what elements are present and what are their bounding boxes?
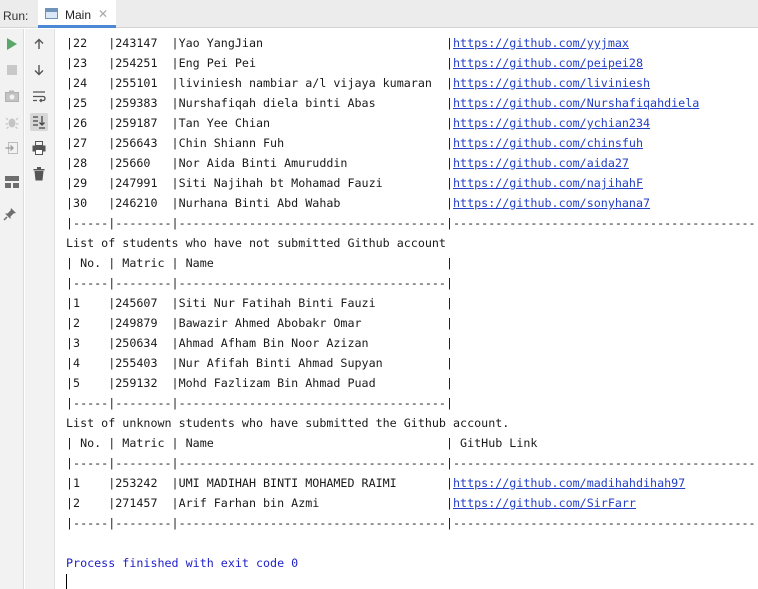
console-text: |24 |255101 |liviniesh nambiar a/l vijay… <box>66 76 454 90</box>
console-text: |1 |245607 |Siti Nur Fatihah Binti Fauzi… <box>66 296 454 310</box>
console-text: | <box>685 476 756 490</box>
layout-icon[interactable] <box>3 173 21 191</box>
print-icon[interactable] <box>30 139 48 157</box>
console-text: |3 |250634 |Ahmad Afham Bin Noor Azizan … <box>66 336 454 350</box>
soft-wrap-icon[interactable] <box>30 87 48 105</box>
console-text: |-----|--------|------------------------… <box>66 276 454 290</box>
console-line: |5 |259132 |Mohd Fazlizam Bin Ahmad Puad… <box>66 373 756 393</box>
run-toolbar: Run: Main ✕ <box>0 0 758 28</box>
tab-title: Main <box>65 8 92 22</box>
console-line: |-----|--------|------------------------… <box>66 273 756 293</box>
exit-icon[interactable] <box>3 139 21 157</box>
console-line: |-----|--------|------------------------… <box>66 513 756 533</box>
debug-icon[interactable] <box>3 113 21 131</box>
console-line: |28 |25660 |Nor Aida Binti Amuruddin |ht… <box>66 153 756 173</box>
console-text: | No. | Matric | Name | <box>66 256 454 270</box>
console-line: |25 |259383 |Nurshafiqah diela binti Aba… <box>66 93 756 113</box>
console-text: |23 |254251 |Eng Pei Pei | <box>66 56 454 70</box>
console-text: |-----|--------|------------------------… <box>66 516 756 530</box>
console-text: |2 |271457 |Arif Farhan bin Azmi | <box>66 496 454 510</box>
console-text: | <box>636 496 756 510</box>
console-text: | <box>699 96 756 110</box>
github-link[interactable]: https://github.com/aida27 <box>453 156 629 170</box>
console-line: |29 |247991 |Siti Najihah bt Mohamad Fau… <box>66 173 756 193</box>
console-text: | <box>629 36 756 50</box>
console-line: |-----|--------|------------------------… <box>66 213 756 233</box>
trash-icon[interactable] <box>30 165 48 183</box>
github-link[interactable]: https://github.com/peipei28 <box>453 56 643 70</box>
console-text: |5 |259132 |Mohd Fazlizam Bin Ahmad Puad… <box>66 376 454 390</box>
scroll-down-icon[interactable] <box>30 61 48 79</box>
github-link[interactable]: https://github.com/yyjmax <box>453 36 629 50</box>
console-line: |22 |243147 |Yao YangJian |https://githu… <box>66 33 756 53</box>
console-text: |1 |253242 |UMI MADIHAH BINTI MOHAMED RA… <box>66 476 454 490</box>
github-link[interactable]: https://github.com/ychian234 <box>453 116 650 130</box>
github-link[interactable]: https://github.com/SirFarr <box>453 496 636 510</box>
console-text: |-----|--------|------------------------… <box>66 396 454 410</box>
console-line: |2 |271457 |Arif Farhan bin Azmi |https:… <box>66 493 756 513</box>
console-line: |4 |255403 |Nur Afifah Binti Ahmad Supya… <box>66 353 756 373</box>
console-text: |29 |247991 |Siti Najihah bt Mohamad Fau… <box>66 176 454 190</box>
console-output[interactable]: |22 |243147 |Yao YangJian |https://githu… <box>66 33 756 589</box>
console-text: | <box>643 136 756 150</box>
right-tool-gutter <box>25 29 55 589</box>
console-text: | <box>643 176 756 190</box>
console-line: Process finished with exit code 0 <box>66 553 756 573</box>
github-link[interactable]: https://github.com/sonyhana7 <box>453 196 650 210</box>
console-line: List of unknown students who have submit… <box>66 413 756 433</box>
close-icon[interactable]: ✕ <box>98 7 108 21</box>
scroll-to-end-icon[interactable] <box>30 113 48 131</box>
console-line: |23 |254251 |Eng Pei Pei |https://github… <box>66 53 756 73</box>
console-line: |26 |259187 |Tan Yee Chian |https://gith… <box>66 113 756 133</box>
console-text: |-----|--------|------------------------… <box>66 456 756 470</box>
console-text: List of students who have not submitted … <box>66 236 446 250</box>
console-text: |2 |249879 |Bawazir Ahmed Abobakr Omar | <box>66 316 454 330</box>
console-line: List of students who have not submitted … <box>66 233 756 253</box>
tab-main[interactable]: Main ✕ <box>38 0 116 28</box>
console-line: | No. | Matric | Name | <box>66 253 756 273</box>
console-line: |-----|--------|------------------------… <box>66 453 756 473</box>
console-text: |22 |243147 |Yao YangJian | <box>66 36 454 50</box>
camera-icon[interactable] <box>3 87 21 105</box>
console-line: |24 |255101 |liviniesh nambiar a/l vijay… <box>66 73 756 93</box>
console-text: | <box>650 76 756 90</box>
left-tool-gutter <box>0 29 24 589</box>
console-line: |3 |250634 |Ahmad Afham Bin Noor Azizan … <box>66 333 756 353</box>
console-line: |30 |246210 |Nurhana Binti Abd Wahab |ht… <box>66 193 756 213</box>
github-link[interactable]: https://github.com/Nurshafiqahdiela <box>453 96 699 110</box>
console-text: |26 |259187 |Tan Yee Chian | <box>66 116 454 130</box>
console-line: |1 |253242 |UMI MADIHAH BINTI MOHAMED RA… <box>66 473 756 493</box>
github-link[interactable]: https://github.com/chinsfuh <box>453 136 643 150</box>
console-text: List of unknown students who have submit… <box>66 416 510 430</box>
github-link[interactable]: https://github.com/najihahF <box>453 176 643 190</box>
console-line: | No. | Matric | Name | GitHub Link | <box>66 433 756 453</box>
console-text: | No. | Matric | Name | GitHub Link | <box>66 436 756 450</box>
console-line: |27 |256643 |Chin Shiann Fuh |https://gi… <box>66 133 756 153</box>
console-line: |-----|--------|------------------------… <box>66 393 756 413</box>
pin-icon[interactable] <box>1 205 19 223</box>
console-text: | <box>643 56 756 70</box>
console-text: |27 |256643 |Chin Shiann Fuh | <box>66 136 454 150</box>
github-link[interactable]: https://github.com/madihahdihah97 <box>453 476 685 490</box>
console-window-icon <box>45 8 58 19</box>
console-line: |2 |249879 |Bawazir Ahmed Abobakr Omar | <box>66 313 756 333</box>
console-text: |28 |25660 |Nor Aida Binti Amuruddin | <box>66 156 454 170</box>
scroll-up-icon[interactable] <box>30 35 48 53</box>
console-text: | <box>629 156 756 170</box>
run-icon[interactable] <box>3 35 21 53</box>
github-link[interactable]: https://github.com/liviniesh <box>453 76 650 90</box>
console-line: |1 |245607 |Siti Nur Fatihah Binti Fauzi… <box>66 293 756 313</box>
console-text: |4 |255403 |Nur Afifah Binti Ahmad Supya… <box>66 356 454 370</box>
console-text: |30 |246210 |Nurhana Binti Abd Wahab | <box>66 196 454 210</box>
stop-icon[interactable] <box>3 61 21 79</box>
run-label: Run: <box>3 9 29 23</box>
console-text: | <box>650 116 756 130</box>
text-caret <box>66 574 67 589</box>
console-text: |-----|--------|------------------------… <box>66 216 756 230</box>
console-text: |25 |259383 |Nurshafiqah diela binti Aba… <box>66 96 454 110</box>
console-text: | <box>650 196 756 210</box>
process-exit-message: Process finished with exit code 0 <box>66 556 299 570</box>
